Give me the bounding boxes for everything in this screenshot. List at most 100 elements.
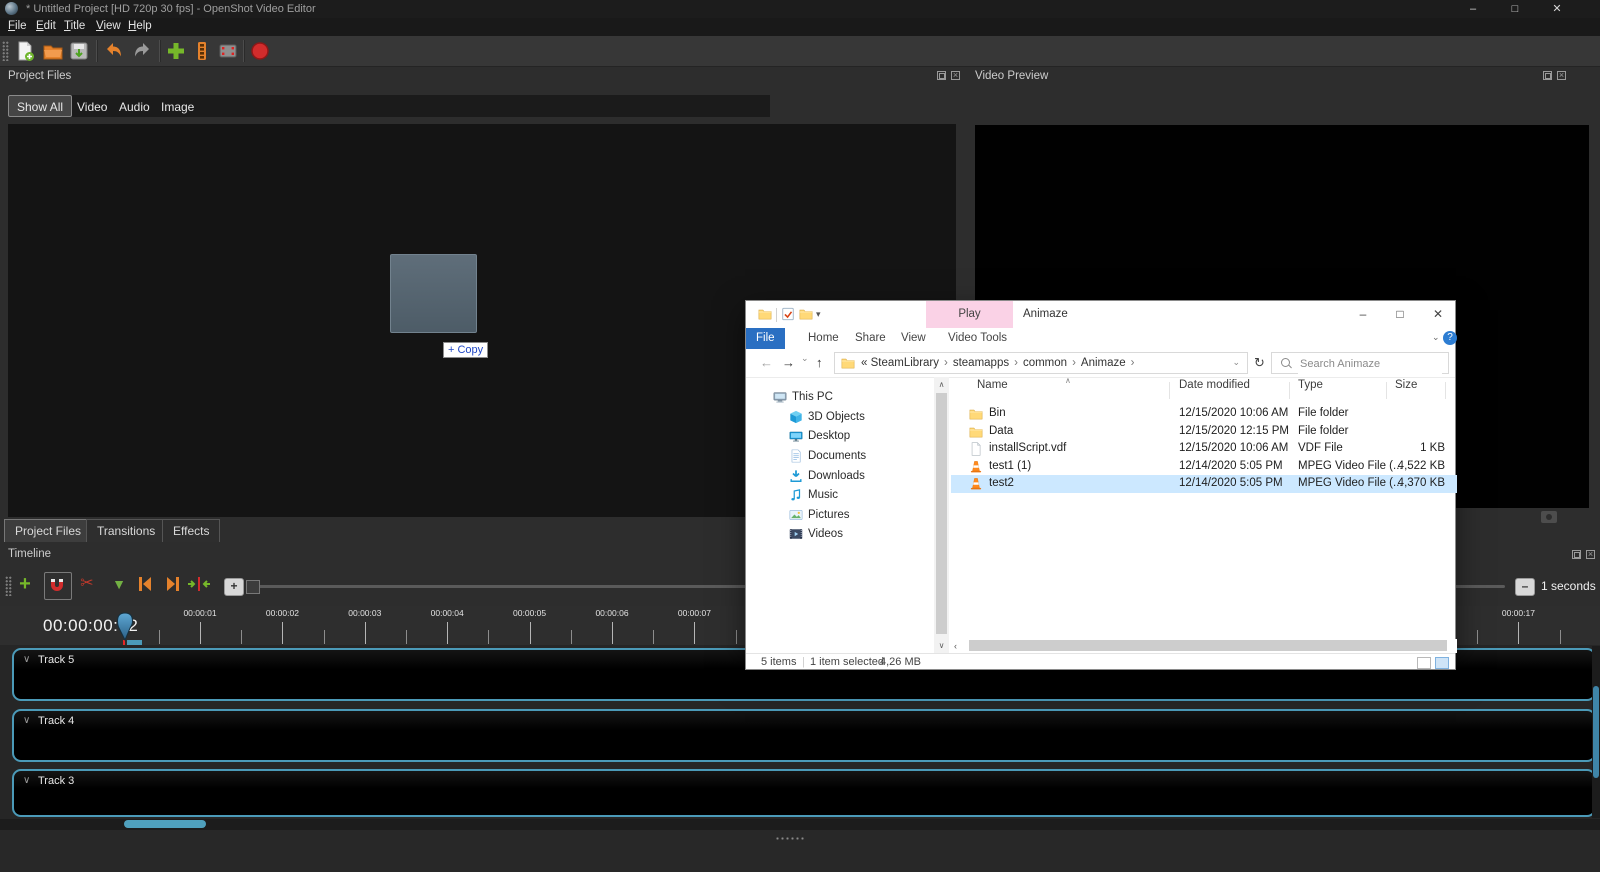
splitter-handle[interactable]: [775, 836, 805, 841]
search-box[interactable]: [1271, 352, 1449, 374]
column-separator[interactable]: [1386, 382, 1387, 399]
column-separator[interactable]: [1169, 382, 1170, 399]
file-row[interactable]: test2 12/14/2020 5:05 PM MPEG Video File (…: [951, 475, 1457, 493]
track-track-3[interactable]: ∨ Track 3: [12, 769, 1596, 817]
maximize-button[interactable]: □: [1500, 1, 1530, 17]
address-dropdown-icon[interactable]: ⌄: [1232, 352, 1240, 372]
scroll-left-icon[interactable]: ‹: [954, 641, 957, 651]
timeline-horizontal-scrollbar[interactable]: [0, 819, 1600, 830]
save-project-icon[interactable]: [68, 40, 90, 62]
column-header-date-modified[interactable]: Date modified: [1179, 379, 1250, 391]
file-list-horizontal-scrollbar[interactable]: ‹: [951, 639, 1457, 653]
breadcrumb-separator-icon[interactable]: ›: [1009, 357, 1023, 369]
sidebar-item-this-pc[interactable]: This PC: [746, 388, 934, 407]
breadcrumb[interactable]: « SteamLibrary › steamapps › common › Animaze ›: [861, 353, 1140, 373]
float-panel-icon[interactable]: [1572, 550, 1581, 559]
menu-view[interactable]: View: [96, 20, 121, 32]
minimize-ribbon-icon[interactable]: ⌄: [1432, 332, 1440, 343]
ribbon-tab-file[interactable]: File: [746, 328, 785, 349]
sidebar-item-desktop[interactable]: Desktop: [746, 427, 934, 446]
zoom-out-icon[interactable]: –: [1515, 578, 1535, 596]
previous-marker-icon[interactable]: [134, 575, 156, 597]
file-row[interactable]: Bin 12/15/2020 10:06 AM File folder: [951, 405, 1457, 423]
tab-transitions[interactable]: Transitions: [86, 519, 167, 542]
close-button[interactable]: ✕: [1542, 1, 1572, 17]
close-panel-icon[interactable]: ×: [1557, 71, 1566, 80]
explorer-titlebar[interactable]: ▾ Play Animaze – □ ✕: [746, 301, 1455, 328]
breadcrumb-segment[interactable]: steamapps: [953, 357, 1009, 369]
close-panel-icon[interactable]: ×: [951, 71, 960, 80]
filter-tab-show-all[interactable]: Show All: [8, 95, 73, 117]
forward-icon[interactable]: →: [782, 355, 795, 370]
scrollbar-thumb[interactable]: [936, 393, 947, 634]
ribbon-tab-view[interactable]: View: [891, 328, 936, 349]
sidebar-item-videos[interactable]: Videos: [746, 525, 934, 544]
column-header-type[interactable]: Type: [1298, 379, 1323, 391]
timeline-tracks-area[interactable]: ∨ Track 5 ∨ Track 4 ∨ Track 3: [0, 645, 1600, 832]
file-row[interactable]: installScript.vdf 12/15/2020 10:06 AM VDF …: [951, 440, 1457, 458]
add-marker-icon[interactable]: ▼: [108, 573, 130, 595]
redo-icon[interactable]: [131, 40, 153, 62]
search-input[interactable]: [1298, 354, 1442, 374]
refresh-icon[interactable]: ↻: [1254, 355, 1265, 371]
breadcrumb-separator-icon[interactable]: ›: [1126, 357, 1140, 369]
ribbon-tab-share[interactable]: Share: [845, 328, 896, 349]
new-project-icon[interactable]: [14, 40, 36, 62]
contextual-tab-play[interactable]: Play: [926, 301, 1013, 328]
choose-profile-icon[interactable]: [191, 40, 213, 62]
scrollbar-thumb[interactable]: [124, 820, 206, 828]
customize-quick-access-icon[interactable]: ▾: [816, 309, 821, 320]
import-files-icon[interactable]: [165, 40, 187, 62]
new-folder-icon[interactable]: [799, 307, 813, 324]
column-separator[interactable]: [1289, 382, 1290, 399]
minimize-button[interactable]: –: [1458, 1, 1488, 17]
float-panel-icon[interactable]: [1543, 71, 1552, 80]
scrollbar-thumb[interactable]: [1593, 686, 1599, 778]
up-icon[interactable]: ↑: [816, 355, 823, 370]
fullscreen-icon[interactable]: [217, 40, 239, 62]
next-marker-icon[interactable]: [162, 575, 184, 597]
sidebar-item-music[interactable]: Music: [746, 486, 934, 505]
sidebar-item-documents[interactable]: Documents: [746, 447, 934, 466]
help-icon[interactable]: ?: [1443, 331, 1457, 345]
capture-screenshot-icon[interactable]: [1541, 511, 1557, 523]
folder-icon[interactable]: [758, 307, 772, 324]
track-track-4[interactable]: ∨ Track 4: [12, 709, 1596, 762]
razor-icon[interactable]: ✂: [76, 573, 98, 595]
tab-project-files[interactable]: Project Files: [4, 519, 93, 542]
ribbon-tab-video-tools[interactable]: Video Tools: [938, 328, 1017, 349]
file-row[interactable]: test1 (1) 12/14/2020 5:05 PM MPEG Video Fi…: [951, 458, 1457, 476]
scrollbar-thumb[interactable]: [969, 640, 1447, 651]
breadcrumb-segment[interactable]: Animaze: [1081, 357, 1126, 369]
chevron-down-icon[interactable]: ∨: [23, 654, 30, 665]
column-separator[interactable]: [1445, 382, 1446, 399]
details-view-icon[interactable]: [1417, 657, 1431, 669]
filter-tab-image[interactable]: Image: [152, 95, 203, 117]
scroll-up-icon[interactable]: ∧: [934, 380, 949, 389]
scroll-down-icon[interactable]: ∨: [934, 641, 949, 650]
large-icons-view-icon[interactable]: [1435, 657, 1449, 669]
column-header-name[interactable]: Name: [977, 379, 1008, 391]
chevron-down-icon[interactable]: ∨: [23, 715, 30, 726]
menu-file[interactable]: File: [8, 20, 27, 32]
nav-scrollbar[interactable]: ∧ ∨: [934, 377, 949, 653]
column-header-size[interactable]: Size: [1395, 379, 1417, 391]
snap-button[interactable]: [44, 572, 72, 600]
close-panel-icon[interactable]: ×: [1586, 550, 1595, 559]
close-button[interactable]: ✕: [1421, 301, 1455, 328]
properties-icon[interactable]: [781, 307, 795, 324]
recent-locations-icon[interactable]: ⌄: [801, 353, 809, 364]
toolbar-drag-handle[interactable]: [2, 41, 9, 61]
chevron-down-icon[interactable]: ∨: [23, 775, 30, 786]
sidebar-item-pictures[interactable]: Pictures: [746, 506, 934, 525]
breadcrumb-separator-icon[interactable]: ›: [1067, 357, 1081, 369]
zoom-in-icon[interactable]: +: [224, 578, 244, 596]
menu-title[interactable]: Title: [64, 20, 85, 32]
playhead-marker[interactable]: [116, 611, 134, 642]
menu-edit[interactable]: Edit: [36, 20, 56, 32]
sidebar-item-downloads[interactable]: Downloads: [746, 467, 934, 486]
address-box[interactable]: « SteamLibrary › steamapps › common › Animaze ›…: [834, 352, 1248, 374]
breadcrumb-separator-icon[interactable]: ›: [939, 357, 953, 369]
tab-effects[interactable]: Effects: [162, 519, 221, 542]
export-video-icon[interactable]: [249, 40, 271, 62]
